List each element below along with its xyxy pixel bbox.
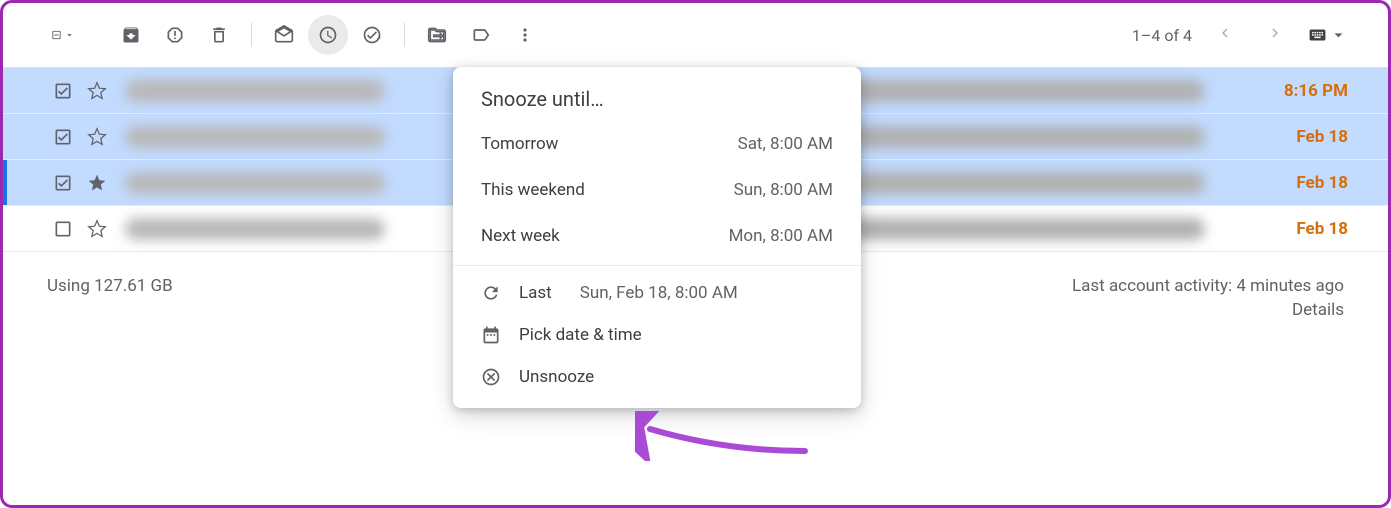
- snooze-button[interactable]: [308, 15, 348, 55]
- snooze-option-label: Next week: [481, 226, 560, 246]
- snooze-popup: Snooze until… Tomorrow Sat, 8:00 AM This…: [453, 67, 861, 408]
- chevron-down-icon: [1329, 25, 1348, 45]
- snooze-weekend[interactable]: This weekend Sun, 8:00 AM: [453, 167, 861, 213]
- toolbar-right: 1–4 of 4: [1132, 15, 1348, 55]
- activity-text: Last account activity: 4 minutes ago: [1072, 276, 1344, 296]
- snooze-option-time: Mon, 8:00 AM: [729, 226, 833, 246]
- prev-page-button[interactable]: [1208, 16, 1242, 54]
- move-to-button[interactable]: [417, 15, 457, 55]
- cancel-icon: [481, 367, 501, 387]
- subject-blurred: [825, 126, 1205, 148]
- star-icon[interactable]: [87, 219, 107, 239]
- snooze-pick-label: Pick date & time: [519, 325, 642, 345]
- sender-blurred: [125, 126, 385, 148]
- row-checkbox[interactable]: [53, 219, 73, 239]
- snooze-title: Snooze until…: [453, 67, 861, 121]
- snooze-last-label: Last: [519, 283, 552, 303]
- more-button[interactable]: [505, 15, 545, 55]
- star-icon[interactable]: [87, 173, 107, 193]
- input-tools-button[interactable]: [1308, 15, 1348, 55]
- arrow-annotation: [635, 411, 815, 461]
- pagination-text: 1–4 of 4: [1132, 26, 1192, 45]
- star-icon[interactable]: [87, 81, 107, 101]
- mark-unread-button[interactable]: [264, 15, 304, 55]
- report-spam-button[interactable]: [155, 15, 195, 55]
- sender-blurred: [125, 172, 385, 194]
- labels-button[interactable]: [461, 15, 501, 55]
- snooze-option-label: Tomorrow: [481, 134, 558, 154]
- email-time: Feb 18: [1258, 173, 1348, 193]
- next-page-button[interactable]: [1258, 16, 1292, 54]
- row-checkbox[interactable]: [53, 127, 73, 147]
- snooze-pick-date[interactable]: Pick date & time: [453, 314, 861, 356]
- sender-blurred: [125, 218, 385, 240]
- divider: [453, 265, 861, 266]
- chevron-down-icon: [64, 25, 75, 45]
- snooze-next-week[interactable]: Next week Mon, 8:00 AM: [453, 213, 861, 259]
- snooze-tomorrow[interactable]: Tomorrow Sat, 8:00 AM: [453, 121, 861, 167]
- email-time: Feb 18: [1258, 127, 1348, 147]
- snooze-unsnooze[interactable]: Unsnooze: [453, 356, 861, 398]
- row-checkbox[interactable]: [53, 81, 73, 101]
- divider: [404, 23, 405, 47]
- subject-blurred: [825, 80, 1205, 102]
- refresh-icon: [481, 283, 501, 303]
- email-time: Feb 18: [1258, 219, 1348, 239]
- snooze-last[interactable]: Last Sun, Feb 18, 8:00 AM: [453, 272, 861, 314]
- subject-blurred: [825, 172, 1205, 194]
- snooze-option-label: This weekend: [481, 180, 585, 200]
- calendar-icon: [481, 325, 501, 345]
- details-link[interactable]: Details: [1072, 300, 1344, 320]
- divider: [251, 23, 252, 47]
- email-time: 8:16 PM: [1258, 81, 1348, 101]
- snooze-option-time: Sat, 8:00 AM: [738, 134, 833, 154]
- storage-text: Using 127.61 GB: [47, 276, 173, 320]
- add-to-tasks-button[interactable]: [352, 15, 392, 55]
- snooze-last-time: Sun, Feb 18, 8:00 AM: [580, 283, 738, 303]
- snooze-unsnooze-label: Unsnooze: [519, 367, 594, 387]
- snooze-option-time: Sun, 8:00 AM: [734, 180, 833, 200]
- delete-button[interactable]: [199, 15, 239, 55]
- select-checkbox[interactable]: [43, 15, 83, 55]
- star-icon[interactable]: [87, 127, 107, 147]
- row-checkbox[interactable]: [53, 173, 73, 193]
- subject-blurred: [825, 218, 1205, 240]
- archive-button[interactable]: [111, 15, 151, 55]
- sender-blurred: [125, 80, 385, 102]
- toolbar: 1–4 of 4: [3, 3, 1388, 67]
